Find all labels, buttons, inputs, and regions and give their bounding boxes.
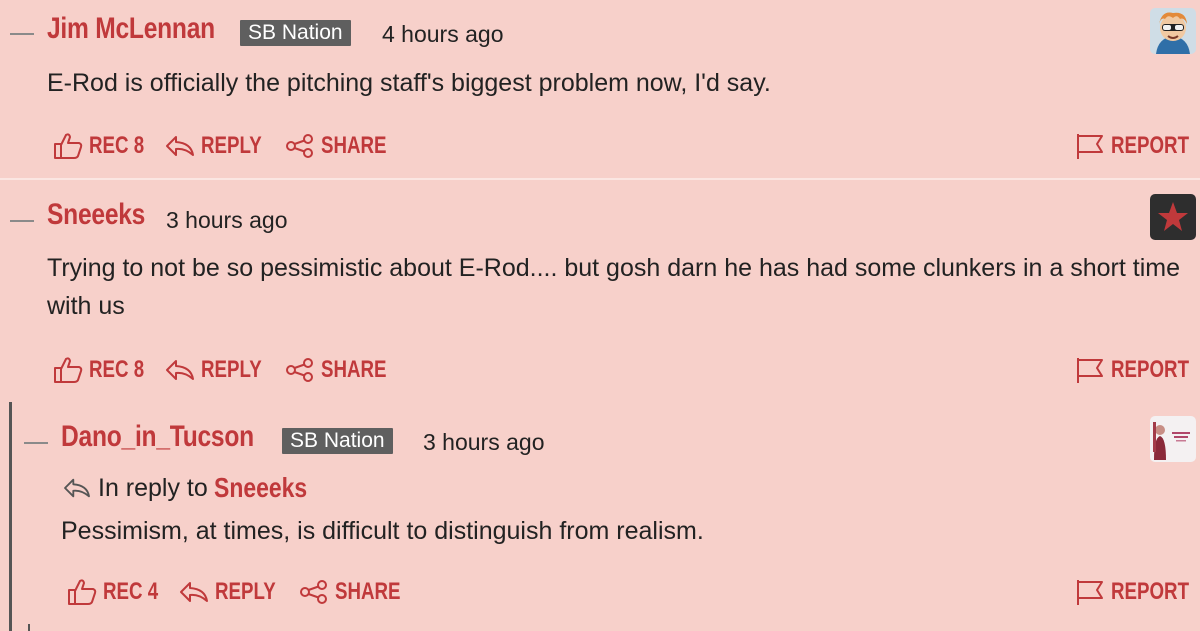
reply-comment: Dano_in_Tucson SB Nation 3 hours ago In … (0, 402, 1200, 631)
user-avatar[interactable] (1150, 416, 1196, 462)
collapse-dash[interactable] (10, 33, 34, 35)
rec-button[interactable]: REC 8 (53, 132, 160, 160)
comment: Sneeeks 3 hours ago Trying to not be so … (0, 180, 1200, 400)
reply-arrow-icon (166, 360, 194, 380)
reply-button[interactable]: REPLY (179, 578, 293, 606)
reply-label: REPLY (201, 356, 262, 383)
in-reply-to: In reply to Sneeeks (62, 472, 327, 504)
flag-icon (1077, 358, 1103, 383)
collapse-dash[interactable] (24, 442, 48, 444)
rec-label: REC 8 (89, 132, 145, 159)
collapse-dash[interactable] (10, 220, 34, 222)
report-label: REPORT (1111, 132, 1190, 159)
share-label: SHARE (335, 578, 401, 605)
reply-button[interactable]: REPLY (165, 356, 279, 384)
report-label: REPORT (1111, 578, 1190, 605)
share-label: SHARE (321, 132, 387, 159)
report-button[interactable]: REPORT (1075, 356, 1200, 384)
share-button[interactable]: SHARE (299, 578, 419, 606)
reply-button[interactable]: REPLY (165, 132, 279, 160)
comment-author[interactable]: Sneeeks (47, 198, 145, 232)
report-button[interactable]: REPORT (1075, 578, 1200, 606)
comment-author[interactable]: Jim McLennan (47, 12, 215, 46)
flag-icon (1077, 134, 1103, 159)
reply-arrow-icon (64, 478, 90, 498)
reply-arrow-icon (166, 136, 194, 156)
reply-label: REPLY (201, 132, 262, 159)
comment-body: E-Rod is officially the pitching staff's… (47, 69, 771, 97)
share-icon (286, 358, 313, 382)
rec-button[interactable]: REC 4 (67, 578, 174, 606)
thumbs-up-icon (54, 357, 83, 383)
reply-label: REPLY (215, 578, 276, 605)
share-button[interactable]: SHARE (285, 356, 405, 384)
comment-body: Trying to not be so pessimistic about E-… (47, 254, 1180, 320)
share-label: SHARE (321, 356, 387, 383)
in-reply-to-author[interactable]: Sneeeks (214, 472, 307, 504)
comment-body: Pessimism, at times, is difficult to dis… (61, 517, 704, 545)
sb-nation-badge: SB Nation (282, 428, 393, 454)
comment-author[interactable]: Dano_in_Tucson (61, 420, 254, 454)
photo-avatar-icon (1150, 416, 1196, 462)
comment-timestamp[interactable]: 3 hours ago (423, 429, 544, 456)
comment: Jim McLennan SB Nation 4 hours ago E-Rod… (0, 0, 1200, 178)
report-button[interactable]: REPORT (1075, 132, 1200, 160)
cartoon-avatar-icon (1150, 8, 1196, 54)
thumbs-up-icon (54, 133, 83, 159)
thumbs-up-icon (68, 579, 97, 605)
report-label: REPORT (1111, 356, 1190, 383)
comment-timestamp[interactable]: 4 hours ago (382, 21, 503, 48)
reply-arrow-icon (180, 582, 208, 602)
rec-label: REC 8 (89, 356, 145, 383)
rec-button[interactable]: REC 8 (53, 356, 160, 384)
comment-timestamp[interactable]: 3 hours ago (166, 207, 287, 234)
flag-icon (1077, 580, 1103, 605)
user-avatar[interactable] (1150, 194, 1196, 240)
star-icon (1150, 194, 1196, 240)
rec-label: REC 4 (103, 578, 159, 605)
user-avatar[interactable] (1150, 8, 1196, 54)
in-reply-to-label: In reply to (98, 473, 208, 502)
share-button[interactable]: SHARE (285, 132, 405, 160)
sb-nation-badge: SB Nation (240, 20, 351, 46)
share-icon (286, 134, 313, 158)
share-icon (300, 580, 327, 604)
